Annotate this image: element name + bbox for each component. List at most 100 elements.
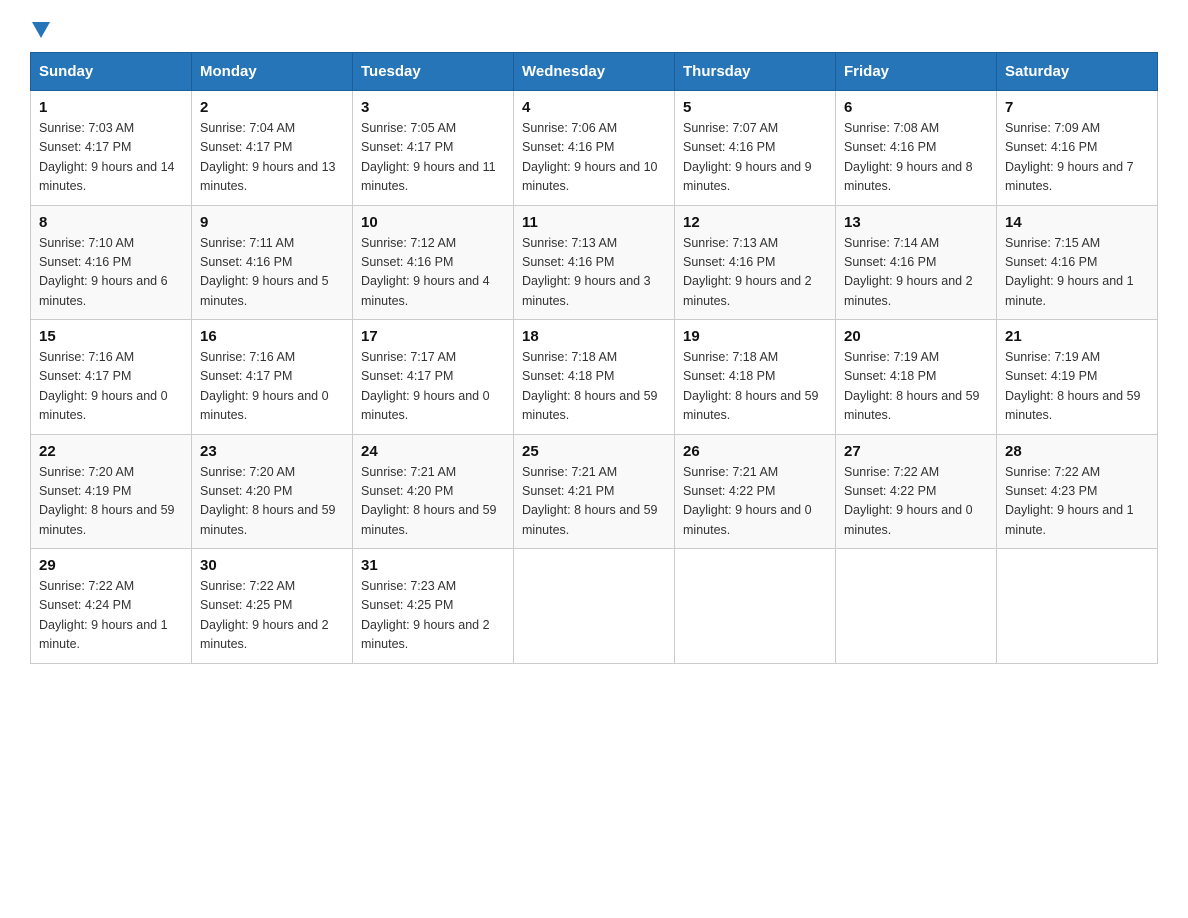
day-number: 19 <box>683 328 827 345</box>
calendar-cell: 12 Sunrise: 7:13 AMSunset: 4:16 PMDaylig… <box>675 205 836 320</box>
calendar-cell: 3 Sunrise: 7:05 AMSunset: 4:17 PMDayligh… <box>353 91 514 206</box>
day-number: 26 <box>683 443 827 460</box>
day-info: Sunrise: 7:13 AMSunset: 4:16 PMDaylight:… <box>683 234 827 312</box>
day-info: Sunrise: 7:16 AMSunset: 4:17 PMDaylight:… <box>39 348 183 426</box>
day-info: Sunrise: 7:05 AMSunset: 4:17 PMDaylight:… <box>361 119 505 197</box>
day-number: 16 <box>200 328 344 345</box>
day-info: Sunrise: 7:10 AMSunset: 4:16 PMDaylight:… <box>39 234 183 312</box>
day-number: 5 <box>683 99 827 116</box>
header-friday: Friday <box>836 53 997 91</box>
day-number: 2 <box>200 99 344 116</box>
day-info: Sunrise: 7:23 AMSunset: 4:25 PMDaylight:… <box>361 577 505 655</box>
day-info: Sunrise: 7:22 AMSunset: 4:23 PMDaylight:… <box>1005 463 1149 541</box>
day-info: Sunrise: 7:09 AMSunset: 4:16 PMDaylight:… <box>1005 119 1149 197</box>
day-info: Sunrise: 7:07 AMSunset: 4:16 PMDaylight:… <box>683 119 827 197</box>
day-number: 7 <box>1005 99 1149 116</box>
calendar-cell <box>675 549 836 664</box>
day-number: 4 <box>522 99 666 116</box>
day-number: 25 <box>522 443 666 460</box>
calendar-cell: 7 Sunrise: 7:09 AMSunset: 4:16 PMDayligh… <box>997 91 1158 206</box>
day-number: 10 <box>361 214 505 231</box>
calendar-week-row: 8 Sunrise: 7:10 AMSunset: 4:16 PMDayligh… <box>31 205 1158 320</box>
day-info: Sunrise: 7:06 AMSunset: 4:16 PMDaylight:… <box>522 119 666 197</box>
calendar-cell: 28 Sunrise: 7:22 AMSunset: 4:23 PMDaylig… <box>997 434 1158 549</box>
calendar-cell: 6 Sunrise: 7:08 AMSunset: 4:16 PMDayligh… <box>836 91 997 206</box>
day-info: Sunrise: 7:21 AMSunset: 4:22 PMDaylight:… <box>683 463 827 541</box>
day-info: Sunrise: 7:20 AMSunset: 4:20 PMDaylight:… <box>200 463 344 541</box>
calendar-cell <box>836 549 997 664</box>
calendar-cell: 29 Sunrise: 7:22 AMSunset: 4:24 PMDaylig… <box>31 549 192 664</box>
calendar-cell: 26 Sunrise: 7:21 AMSunset: 4:22 PMDaylig… <box>675 434 836 549</box>
calendar-cell: 25 Sunrise: 7:21 AMSunset: 4:21 PMDaylig… <box>514 434 675 549</box>
header-thursday: Thursday <box>675 53 836 91</box>
day-info: Sunrise: 7:12 AMSunset: 4:16 PMDaylight:… <box>361 234 505 312</box>
day-info: Sunrise: 7:20 AMSunset: 4:19 PMDaylight:… <box>39 463 183 541</box>
day-info: Sunrise: 7:13 AMSunset: 4:16 PMDaylight:… <box>522 234 666 312</box>
calendar-cell: 4 Sunrise: 7:06 AMSunset: 4:16 PMDayligh… <box>514 91 675 206</box>
day-number: 22 <box>39 443 183 460</box>
calendar-cell: 8 Sunrise: 7:10 AMSunset: 4:16 PMDayligh… <box>31 205 192 320</box>
day-number: 23 <box>200 443 344 460</box>
calendar-cell: 21 Sunrise: 7:19 AMSunset: 4:19 PMDaylig… <box>997 320 1158 435</box>
calendar-cell: 14 Sunrise: 7:15 AMSunset: 4:16 PMDaylig… <box>997 205 1158 320</box>
calendar-cell <box>514 549 675 664</box>
header-saturday: Saturday <box>997 53 1158 91</box>
day-info: Sunrise: 7:15 AMSunset: 4:16 PMDaylight:… <box>1005 234 1149 312</box>
calendar-cell: 20 Sunrise: 7:19 AMSunset: 4:18 PMDaylig… <box>836 320 997 435</box>
day-info: Sunrise: 7:16 AMSunset: 4:17 PMDaylight:… <box>200 348 344 426</box>
logo-triangle-icon <box>32 22 50 38</box>
day-number: 28 <box>1005 443 1149 460</box>
day-info: Sunrise: 7:19 AMSunset: 4:19 PMDaylight:… <box>1005 348 1149 426</box>
day-info: Sunrise: 7:22 AMSunset: 4:25 PMDaylight:… <box>200 577 344 655</box>
day-info: Sunrise: 7:14 AMSunset: 4:16 PMDaylight:… <box>844 234 988 312</box>
header-wednesday: Wednesday <box>514 53 675 91</box>
calendar-cell: 13 Sunrise: 7:14 AMSunset: 4:16 PMDaylig… <box>836 205 997 320</box>
header-monday: Monday <box>192 53 353 91</box>
calendar-week-row: 22 Sunrise: 7:20 AMSunset: 4:19 PMDaylig… <box>31 434 1158 549</box>
day-number: 24 <box>361 443 505 460</box>
calendar-cell <box>997 549 1158 664</box>
calendar-cell: 31 Sunrise: 7:23 AMSunset: 4:25 PMDaylig… <box>353 549 514 664</box>
calendar-cell: 1 Sunrise: 7:03 AMSunset: 4:17 PMDayligh… <box>31 91 192 206</box>
header-sunday: Sunday <box>31 53 192 91</box>
calendar-cell: 15 Sunrise: 7:16 AMSunset: 4:17 PMDaylig… <box>31 320 192 435</box>
day-info: Sunrise: 7:19 AMSunset: 4:18 PMDaylight:… <box>844 348 988 426</box>
day-info: Sunrise: 7:18 AMSunset: 4:18 PMDaylight:… <box>683 348 827 426</box>
calendar-week-row: 1 Sunrise: 7:03 AMSunset: 4:17 PMDayligh… <box>31 91 1158 206</box>
calendar-header-row: SundayMondayTuesdayWednesdayThursdayFrid… <box>31 53 1158 91</box>
day-number: 29 <box>39 557 183 574</box>
calendar-cell: 2 Sunrise: 7:04 AMSunset: 4:17 PMDayligh… <box>192 91 353 206</box>
day-info: Sunrise: 7:22 AMSunset: 4:24 PMDaylight:… <box>39 577 183 655</box>
calendar-cell: 23 Sunrise: 7:20 AMSunset: 4:20 PMDaylig… <box>192 434 353 549</box>
day-number: 27 <box>844 443 988 460</box>
day-info: Sunrise: 7:11 AMSunset: 4:16 PMDaylight:… <box>200 234 344 312</box>
day-number: 21 <box>1005 328 1149 345</box>
calendar-cell: 11 Sunrise: 7:13 AMSunset: 4:16 PMDaylig… <box>514 205 675 320</box>
calendar-week-row: 29 Sunrise: 7:22 AMSunset: 4:24 PMDaylig… <box>31 549 1158 664</box>
day-number: 8 <box>39 214 183 231</box>
day-number: 31 <box>361 557 505 574</box>
day-number: 14 <box>1005 214 1149 231</box>
calendar-cell: 19 Sunrise: 7:18 AMSunset: 4:18 PMDaylig… <box>675 320 836 435</box>
day-info: Sunrise: 7:17 AMSunset: 4:17 PMDaylight:… <box>361 348 505 426</box>
day-number: 12 <box>683 214 827 231</box>
calendar-cell: 18 Sunrise: 7:18 AMSunset: 4:18 PMDaylig… <box>514 320 675 435</box>
day-number: 30 <box>200 557 344 574</box>
day-number: 1 <box>39 99 183 116</box>
day-number: 18 <box>522 328 666 345</box>
day-info: Sunrise: 7:03 AMSunset: 4:17 PMDaylight:… <box>39 119 183 197</box>
day-number: 6 <box>844 99 988 116</box>
day-info: Sunrise: 7:22 AMSunset: 4:22 PMDaylight:… <box>844 463 988 541</box>
day-number: 3 <box>361 99 505 116</box>
day-info: Sunrise: 7:21 AMSunset: 4:20 PMDaylight:… <box>361 463 505 541</box>
calendar-table: SundayMondayTuesdayWednesdayThursdayFrid… <box>30 52 1158 664</box>
day-number: 17 <box>361 328 505 345</box>
calendar-cell: 5 Sunrise: 7:07 AMSunset: 4:16 PMDayligh… <box>675 91 836 206</box>
calendar-cell: 17 Sunrise: 7:17 AMSunset: 4:17 PMDaylig… <box>353 320 514 435</box>
day-number: 20 <box>844 328 988 345</box>
day-info: Sunrise: 7:21 AMSunset: 4:21 PMDaylight:… <box>522 463 666 541</box>
day-number: 11 <box>522 214 666 231</box>
day-number: 15 <box>39 328 183 345</box>
calendar-cell: 9 Sunrise: 7:11 AMSunset: 4:16 PMDayligh… <box>192 205 353 320</box>
calendar-cell: 30 Sunrise: 7:22 AMSunset: 4:25 PMDaylig… <box>192 549 353 664</box>
